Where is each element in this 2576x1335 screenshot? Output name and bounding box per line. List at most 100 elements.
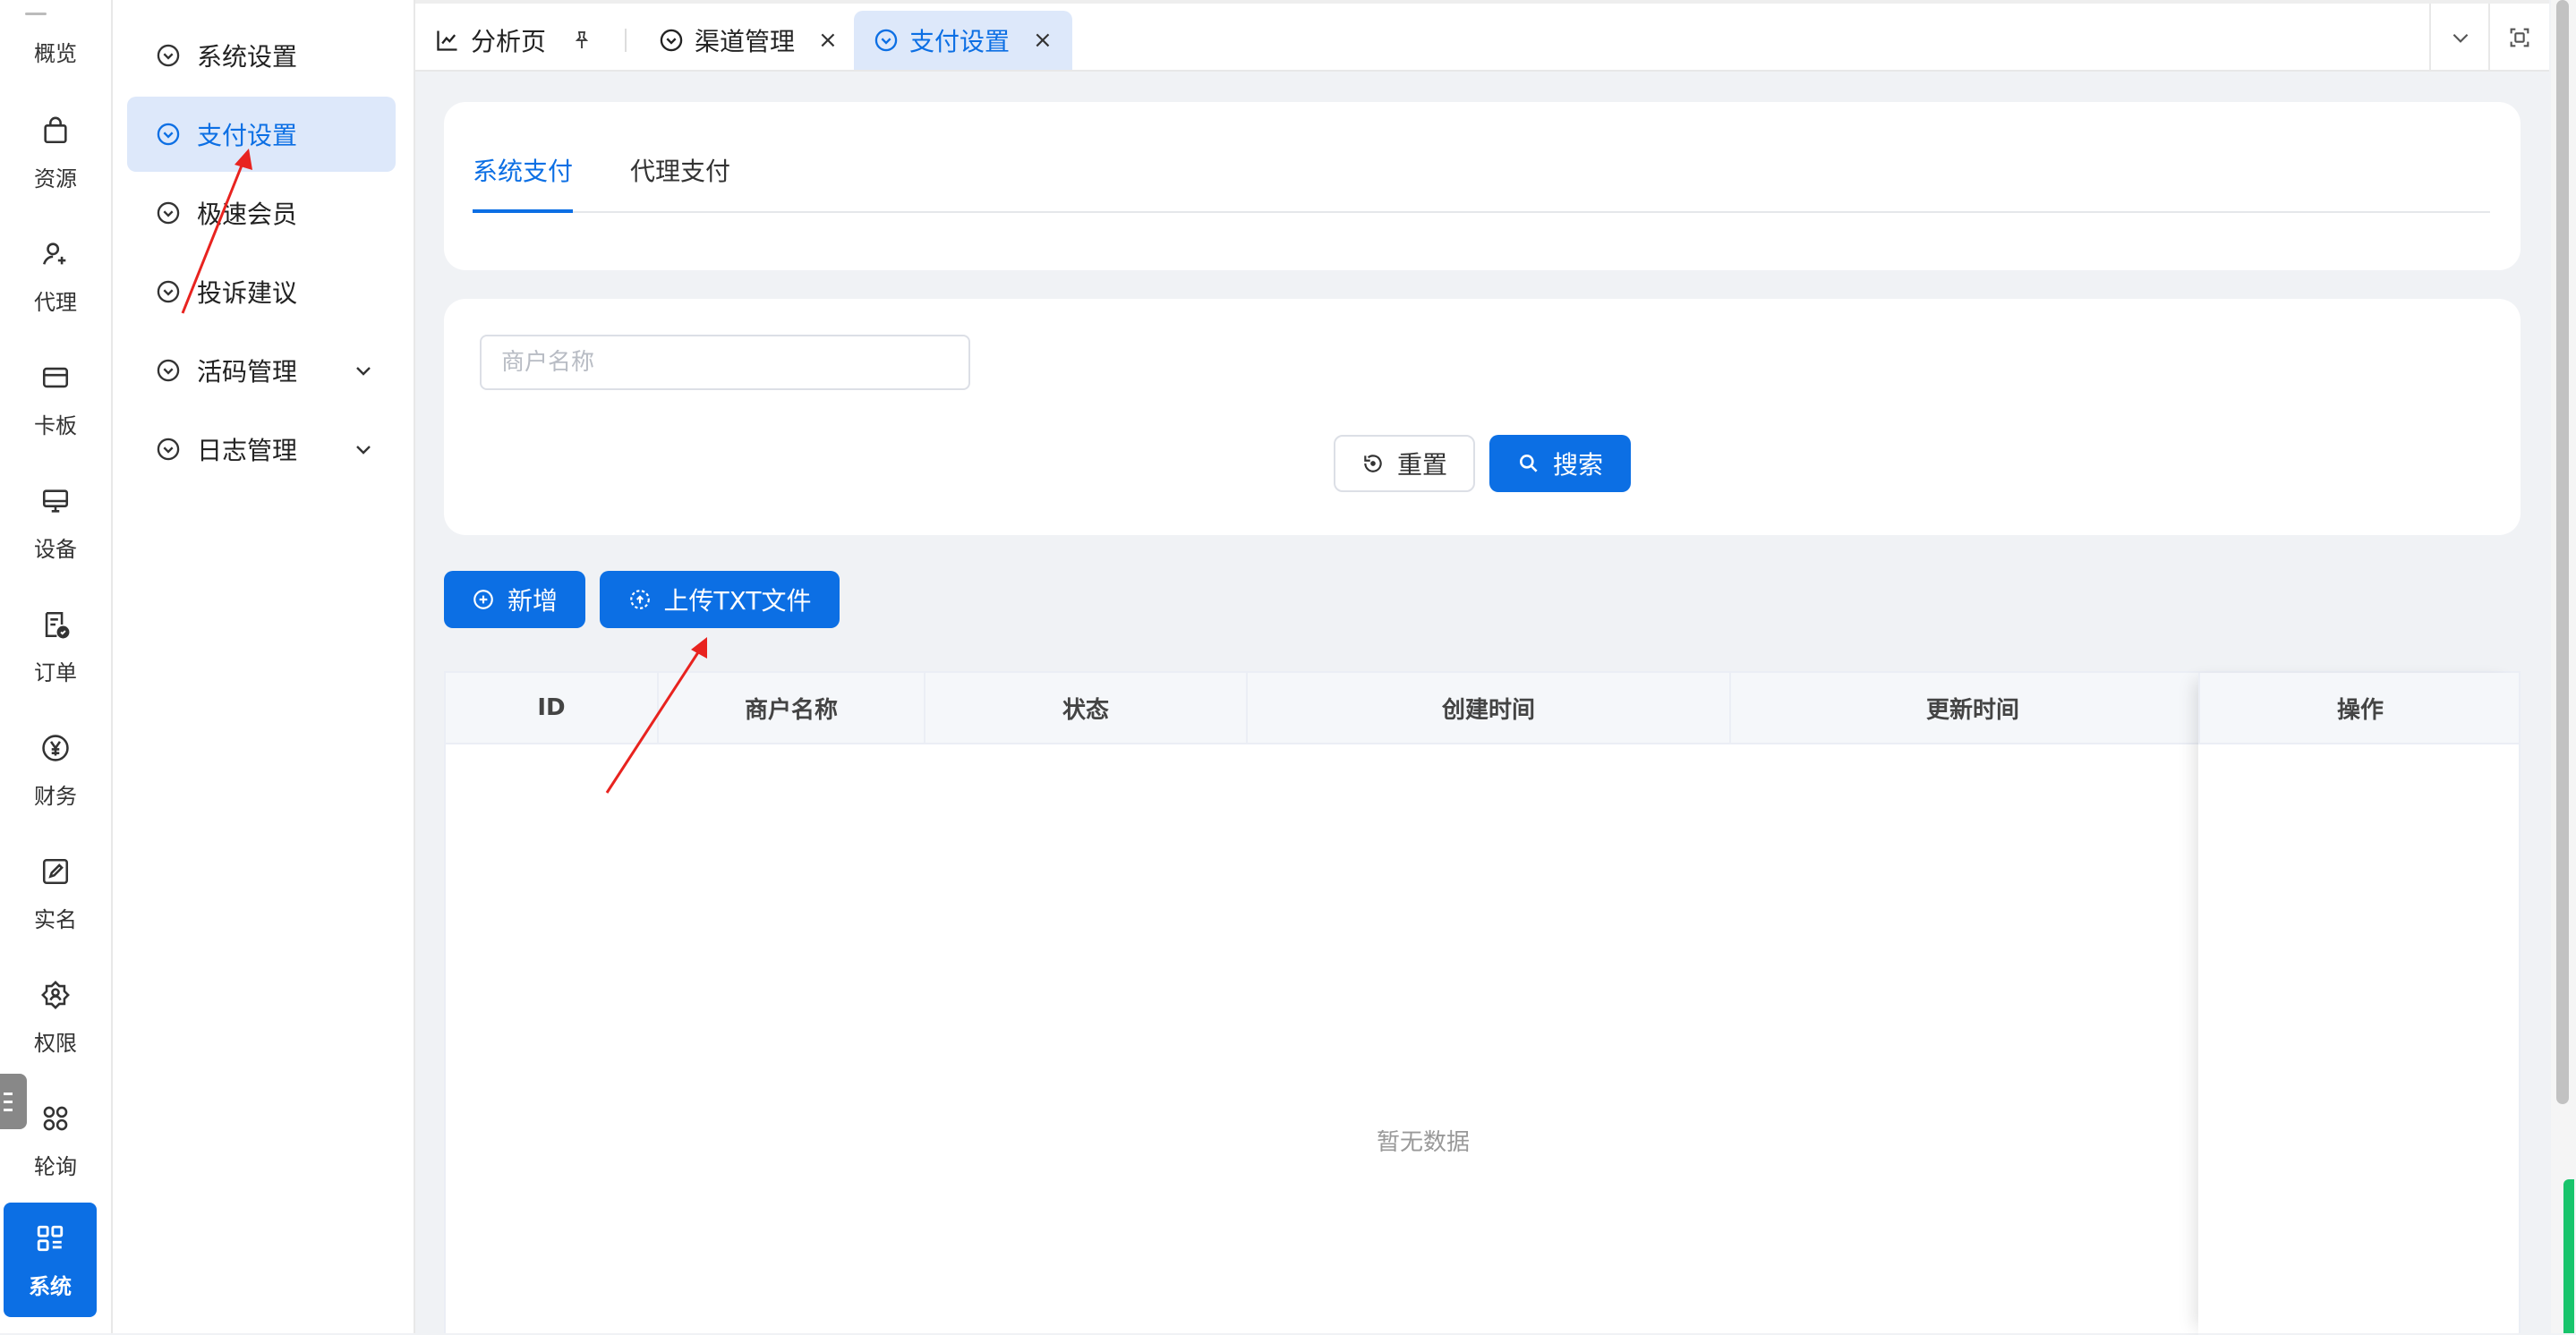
circle-chevron-icon <box>157 123 180 146</box>
edit-square-icon <box>36 852 75 891</box>
empty-state-text: 暂无数据 <box>1376 1129 1470 1156</box>
rail-label: 卡板 <box>34 413 77 438</box>
submenu-label: 日志管理 <box>197 436 298 465</box>
side-accent-bar <box>2563 1179 2574 1333</box>
upload-label: 上传TXT文件 <box>663 586 812 616</box>
search-button[interactable]: 搜索 <box>1489 435 1631 492</box>
table-header-row: ID 商户名称 状态 创建时间 更新时间 操作 <box>446 673 2519 744</box>
upload-txt-button[interactable]: 上传TXT文件 <box>600 571 840 628</box>
rail-item-overview[interactable]: 概览 <box>0 36 111 72</box>
rail-item-realname[interactable]: 实名 <box>0 852 111 950</box>
column-header-created-at[interactable]: 创建时间 <box>1248 673 1731 743</box>
rail-item-device[interactable]: 设备 <box>0 481 111 580</box>
upload-icon <box>629 590 650 609</box>
user-shield-icon <box>36 975 75 1015</box>
rail-top-indicator <box>25 13 47 15</box>
yen-icon <box>36 728 75 768</box>
circle-chevron-icon <box>660 29 683 52</box>
tab-label: 支付设置 <box>909 27 1011 56</box>
tab-label: 分析页 <box>471 27 547 56</box>
tab-label: 渠道管理 <box>695 27 796 56</box>
menu-line <box>4 1108 13 1111</box>
column-header-merchant-name[interactable]: 商户名称 <box>659 673 925 743</box>
search-label: 搜索 <box>1552 450 1603 480</box>
monitor-icon <box>36 481 75 521</box>
shopping-bag-icon <box>36 111 75 150</box>
rail-item-finance[interactable]: 财务 <box>0 728 111 827</box>
column-header-actions: 操作 <box>2198 673 2521 743</box>
submenu-label: 支付设置 <box>197 121 298 150</box>
fullscreen-button[interactable] <box>2488 4 2549 72</box>
tab-payment-settings[interactable]: 支付设置 × <box>854 11 1072 70</box>
rail-item-system[interactable]: 系统 <box>4 1203 97 1317</box>
reset-button[interactable]: 重置 <box>1334 435 1475 492</box>
rail-item-agent[interactable]: 代理 <box>0 234 111 333</box>
inner-tab-system-payment[interactable]: 系统支付 <box>473 152 573 188</box>
chevron-down-icon <box>356 367 371 376</box>
rail-label: 权限 <box>34 1031 77 1056</box>
chevron-down-icon <box>356 446 371 455</box>
chevron-down-icon <box>2452 33 2469 43</box>
circle-chevron-icon <box>874 29 898 52</box>
close-icon[interactable]: × <box>818 27 838 54</box>
circle-chevron-icon <box>157 201 180 225</box>
user-add-icon <box>36 234 75 274</box>
active-tab-indicator <box>473 209 573 213</box>
reset-icon <box>1364 455 1382 472</box>
rail-item-permission[interactable]: 权限 <box>0 975 111 1074</box>
rail-label: 轮询 <box>34 1154 77 1179</box>
rail-label: 实名 <box>34 907 77 932</box>
submenu-item-logs[interactable]: 日志管理 <box>127 412 396 487</box>
submenu-item-live-code[interactable]: 活码管理 <box>127 333 396 408</box>
chart-icon <box>437 30 457 51</box>
rail-label: 订单 <box>34 660 77 685</box>
add-label: 新增 <box>507 586 558 616</box>
submenu-item-complaints[interactable]: 投诉建议 <box>127 254 396 329</box>
merchant-name-input[interactable] <box>480 335 970 390</box>
rail-item-order[interactable]: 订单 <box>0 605 111 703</box>
merchant-table: ID 商户名称 状态 创建时间 更新时间 操作 暂无数据 <box>444 671 2521 1333</box>
submenu-label: 极速会员 <box>197 200 298 229</box>
rail-item-resources[interactable]: 资源 <box>0 111 111 209</box>
sub-menu: 系统设置 支付设置 极速会员 投诉建议 活码管理 日志管理 <box>113 0 415 1333</box>
rail-label: 系统 <box>29 1274 72 1299</box>
fixed-column-shadow <box>2198 673 2521 1335</box>
circle-chevron-icon <box>157 280 180 303</box>
rail-label: 资源 <box>34 166 77 191</box>
column-header-status[interactable]: 状态 <box>925 673 1248 743</box>
close-icon[interactable]: × <box>1033 27 1053 54</box>
submenu-item-payment-settings[interactable]: 支付设置 <box>127 97 396 172</box>
tabs-divider <box>473 211 2490 213</box>
add-button[interactable]: 新增 <box>444 571 585 628</box>
tab-bar: 分析页 渠道管理 × 支付设置 × <box>415 0 2549 72</box>
icon-rail: 概览 资源 代理 卡板 设备 订单 财务 实名 权限 轮询 系统 <box>0 0 113 1333</box>
payment-type-tabs-card: 系统支付 代理支付 <box>444 102 2521 270</box>
menu-line <box>4 1092 13 1095</box>
submenu-item-system-settings[interactable]: 系统设置 <box>127 18 396 93</box>
order-check-icon <box>36 605 75 644</box>
circle-chevron-icon <box>157 44 180 67</box>
submenu-item-vip-member[interactable]: 极速会员 <box>127 175 396 251</box>
pin-icon[interactable] <box>571 30 593 51</box>
submenu-label: 投诉建议 <box>197 278 298 308</box>
tabs-dropdown-button[interactable] <box>2429 4 2490 72</box>
column-header-id[interactable]: ID <box>446 673 659 743</box>
card-icon <box>36 358 75 397</box>
tab-analysis[interactable]: 分析页 <box>415 11 612 70</box>
tab-channel[interactable]: 渠道管理 × <box>639 11 857 70</box>
rail-label: 概览 <box>34 41 77 66</box>
reset-label: 重置 <box>1396 450 1447 480</box>
circle-chevron-icon <box>157 359 180 382</box>
rail-item-card[interactable]: 卡板 <box>0 358 111 456</box>
collapse-menu-handle[interactable] <box>0 1074 27 1129</box>
rail-label: 代理 <box>34 290 77 315</box>
menu-line <box>4 1100 13 1103</box>
tab-separator <box>625 29 627 52</box>
vertical-scrollbar[interactable] <box>2551 0 2576 1333</box>
rail-label: 财务 <box>34 784 77 809</box>
grid-icon <box>30 1219 70 1258</box>
submenu-label: 系统设置 <box>197 42 298 72</box>
inner-tab-agent-payment[interactable]: 代理支付 <box>630 152 730 188</box>
column-header-updated-at[interactable]: 更新时间 <box>1731 673 2214 743</box>
scrollbar-thumb[interactable] <box>2556 0 2569 1104</box>
